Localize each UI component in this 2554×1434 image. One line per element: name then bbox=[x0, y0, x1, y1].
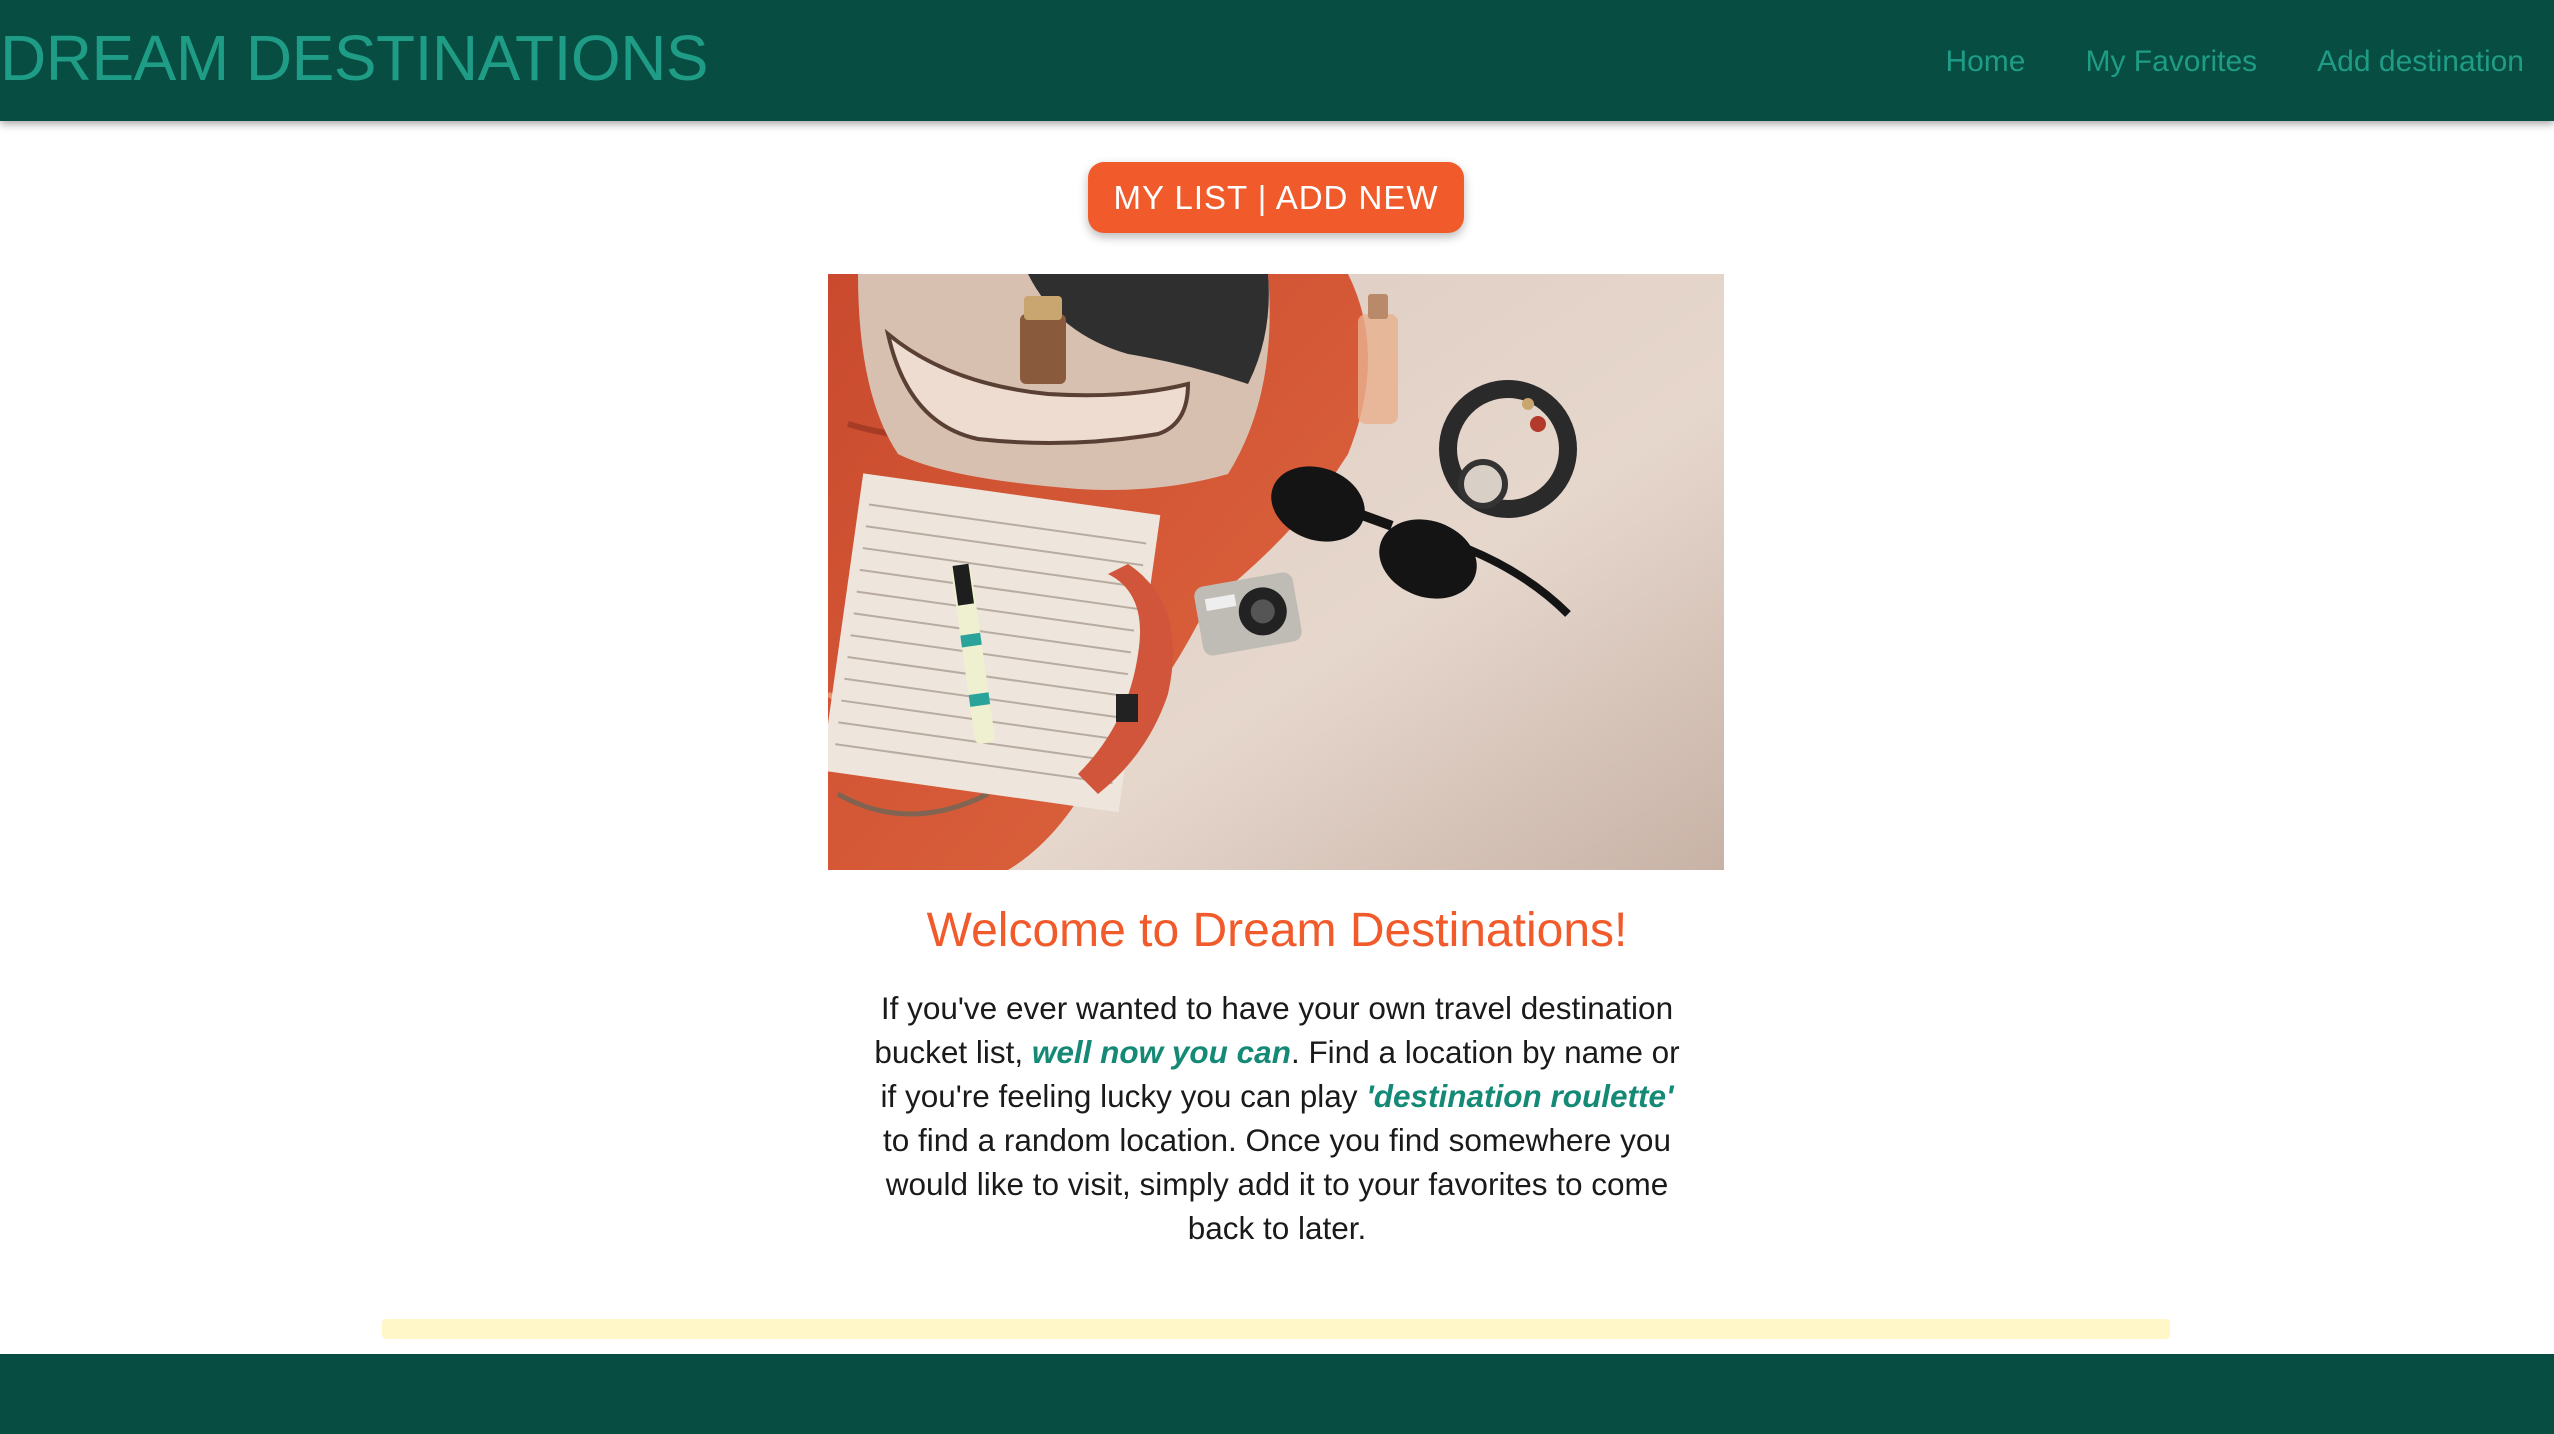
intro-text-3: to find a random location. Once you find… bbox=[883, 1122, 1671, 1246]
highlight-well-now-you-can: well now you can bbox=[1031, 1034, 1291, 1070]
page-footer bbox=[0, 1354, 2554, 1434]
intro-paragraph: If you've ever wanted to have your own t… bbox=[867, 986, 1687, 1250]
nav-links: Home My Favorites Add destination bbox=[1945, 40, 2524, 84]
site-brand[interactable]: DREAM DESTINATIONS bbox=[0, 20, 709, 96]
notice-strip bbox=[382, 1319, 2170, 1339]
highlight-destination-roulette: 'destination roulette' bbox=[1366, 1078, 1674, 1114]
welcome-heading: Welcome to Dream Destinations! bbox=[926, 904, 1628, 957]
my-list-add-new-button[interactable]: MY LIST | ADD NEW bbox=[1088, 162, 1464, 233]
top-navbar: DREAM DESTINATIONS Home My Favorites Add… bbox=[0, 0, 2554, 121]
nav-link-my-favorites[interactable]: My Favorites bbox=[2085, 40, 2257, 84]
nav-link-home[interactable]: Home bbox=[1945, 40, 2025, 84]
nav-link-add-destination[interactable]: Add destination bbox=[2317, 40, 2524, 84]
hero-image bbox=[828, 274, 1724, 870]
